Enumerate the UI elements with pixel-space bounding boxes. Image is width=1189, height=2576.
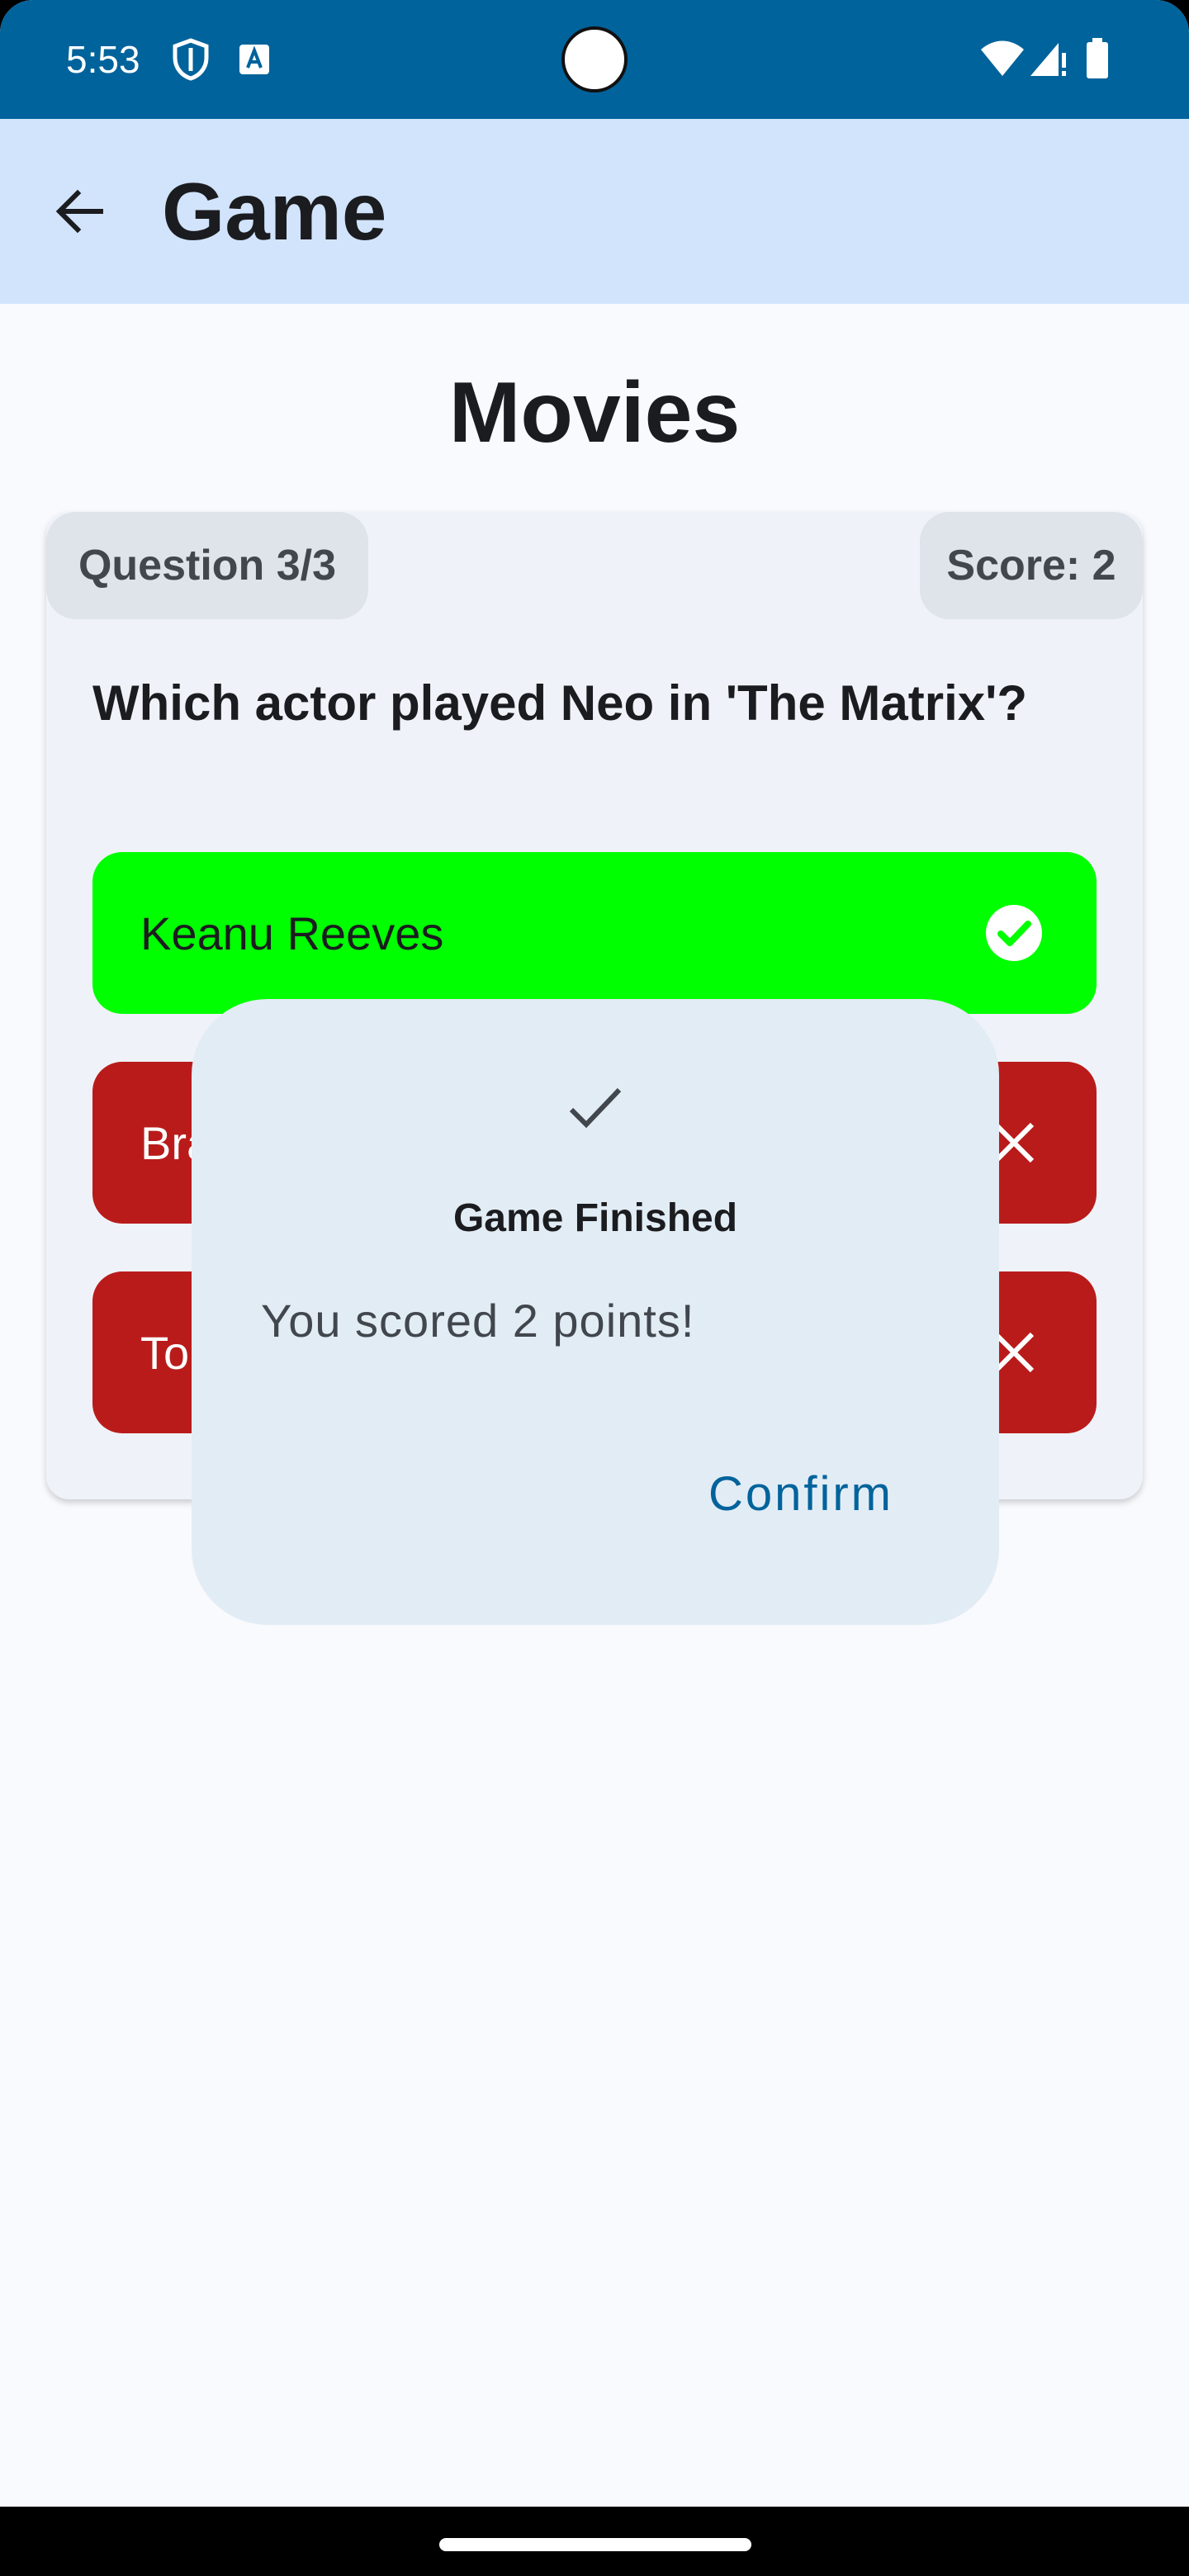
wifi-icon [979,40,1026,82]
answer-option-correct[interactable]: Keanu Reeves [92,852,1097,1014]
category-title: Movies [448,365,741,461]
check-circle-icon [981,900,1047,966]
dialog-body: You scored 2 points! [261,1295,695,1347]
arrow-back-icon [55,189,103,234]
navigation-bar [0,2507,1189,2576]
game-finished-dialog: Game Finished You scored 2 points! Confi… [192,999,999,1625]
home-handle[interactable] [439,2538,751,2551]
keyboard-a-icon [238,43,271,80]
check-icon [569,1087,622,1129]
screen: 5:53 Game Movies Question 3/3 Score: 2 W… [0,0,1189,2576]
score-chip: Score: 2 [920,512,1143,619]
battery-icon [1085,38,1110,83]
app-bar: Game [0,119,1189,304]
answer-label: Keanu Reeves [140,907,444,959]
status-bar: 5:53 [0,0,1189,119]
app-title: Game [162,166,387,257]
camera-cutout [561,26,628,92]
question-text: Which actor played Neo in 'The Matrix'? [92,675,1028,731]
question-counter-chip: Question 3/3 [46,512,368,619]
dialog-title: Game Finished [452,1196,738,1240]
back-button[interactable] [46,178,112,244]
status-time: 5:53 [66,38,140,81]
signal-icon [1029,40,1068,82]
confirm-button[interactable]: Confirm [708,1461,893,1527]
shield-icon [172,38,210,85]
